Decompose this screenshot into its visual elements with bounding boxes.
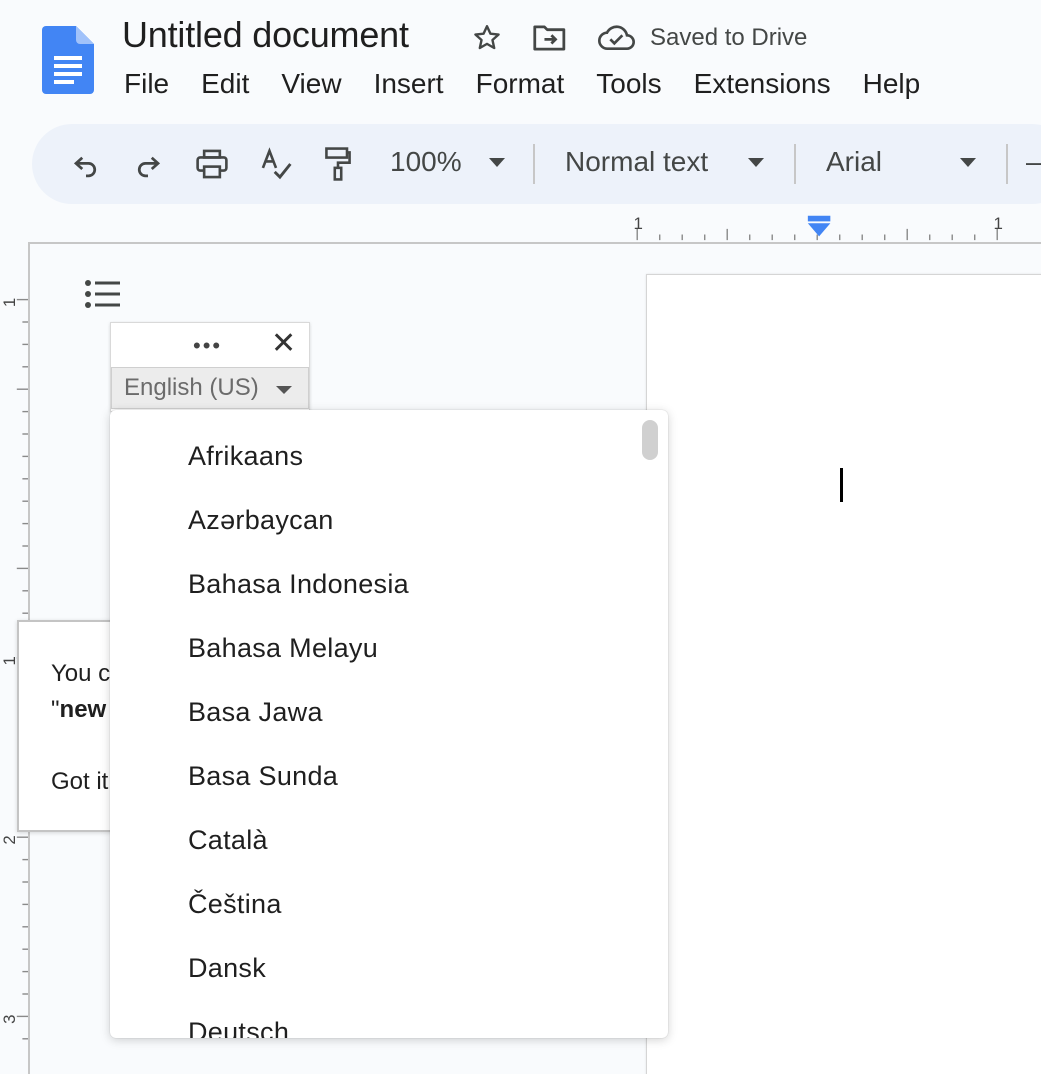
saved-status: Saved to Drive — [650, 24, 808, 51]
document-outline-icon[interactable] — [80, 274, 124, 314]
menu-help[interactable]: Help — [847, 66, 937, 102]
menu-extensions[interactable]: Extensions — [678, 66, 847, 102]
got-it-button[interactable]: Got it — [51, 768, 108, 796]
spellcheck-icon[interactable] — [256, 144, 296, 184]
language-list: Afrikaans Azərbaycan Bahasa Indonesia Ba… — [110, 410, 640, 1039]
tooltip-text: You c — [51, 660, 111, 687]
ruler-label: 3 — [0, 1015, 19, 1024]
docs-logo-icon[interactable] — [42, 26, 94, 94]
zoom-chevron-down-icon[interactable] — [489, 158, 505, 167]
font-chevron-down-icon[interactable] — [960, 158, 976, 167]
zoom-select[interactable]: 100% — [390, 146, 462, 178]
font-size-decrease-button[interactable]: – — [1026, 146, 1041, 178]
menu-insert[interactable]: Insert — [358, 66, 460, 102]
toolbar-divider — [794, 144, 796, 184]
ruler-label: 2 — [0, 835, 19, 844]
language-widget: ••• ✕ English (US) — [110, 322, 310, 412]
language-option[interactable]: Čeština — [110, 872, 640, 936]
language-option[interactable]: Deutsch — [110, 1000, 640, 1039]
style-chevron-down-icon[interactable] — [748, 158, 764, 167]
ruler-label: 1 — [993, 214, 1002, 233]
dropdown-scrollbar[interactable] — [642, 420, 658, 460]
paint-format-icon[interactable] — [318, 144, 358, 184]
move-folder-icon[interactable] — [532, 20, 568, 56]
language-option[interactable]: Bahasa Melayu — [110, 616, 640, 680]
ruler-label: 1 — [633, 214, 642, 233]
left-indent-marker[interactable] — [807, 223, 831, 237]
horizontal-ruler[interactable]: 1 1 — [30, 212, 1041, 244]
language-option[interactable]: Basa Sunda — [110, 744, 640, 808]
style-select[interactable]: Normal text — [565, 146, 708, 178]
print-icon[interactable] — [192, 144, 232, 184]
redo-icon[interactable] — [128, 144, 168, 184]
toolbar — [32, 124, 1041, 204]
language-option[interactable]: Dansk — [110, 936, 640, 1000]
language-select[interactable]: English (US) — [111, 367, 309, 409]
close-icon[interactable]: ✕ — [271, 329, 296, 359]
menu-format[interactable]: Format — [460, 66, 581, 102]
toolbar-divider — [533, 144, 535, 184]
menu-file[interactable]: File — [108, 66, 185, 102]
document-page[interactable] — [646, 274, 1041, 1074]
language-dropdown: Afrikaans Azərbaycan Bahasa Indonesia Ba… — [110, 410, 668, 1038]
document-title[interactable]: Untitled document — [122, 14, 409, 56]
toolbar-divider — [1006, 144, 1008, 184]
tooltip-text: "new — [51, 696, 106, 724]
language-option[interactable]: Català — [110, 808, 640, 872]
chevron-down-icon[interactable] — [276, 386, 292, 394]
ruler-label: 1 — [0, 298, 19, 307]
language-select-value: English (US) — [124, 374, 259, 401]
first-line-indent-marker[interactable] — [807, 215, 831, 222]
more-options-icon[interactable]: ••• — [193, 333, 222, 359]
star-icon[interactable] — [469, 20, 505, 56]
language-option[interactable]: Azərbaycan — [110, 488, 640, 552]
menu-view[interactable]: View — [265, 66, 357, 102]
text-cursor — [840, 468, 843, 502]
menu-tools[interactable]: Tools — [580, 66, 677, 102]
language-option[interactable]: Afrikaans — [110, 424, 640, 488]
undo-icon[interactable] — [66, 144, 106, 184]
language-option[interactable]: Basa Jawa — [110, 680, 640, 744]
cloud-saved-icon[interactable] — [596, 20, 638, 56]
tooltip-bold-text: new — [59, 696, 107, 723]
tooltip-quote: " — [51, 696, 60, 723]
menubar: File Edit View Insert Format Tools Exten… — [108, 66, 936, 102]
font-select[interactable]: Arial — [826, 146, 882, 178]
menu-edit[interactable]: Edit — [185, 66, 265, 102]
language-option[interactable]: Bahasa Indonesia — [110, 552, 640, 616]
